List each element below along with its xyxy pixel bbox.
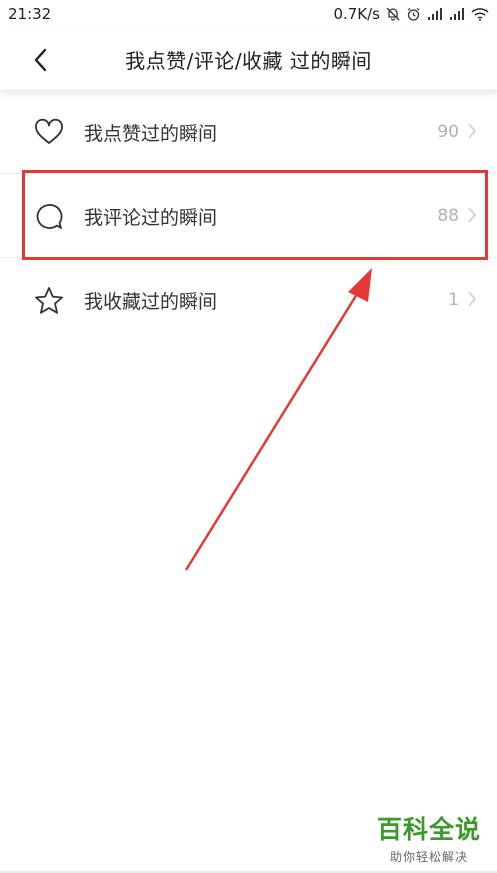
list-item-label: 我收藏过的瞬间 [84,290,218,313]
heart-icon [35,118,63,144]
chevron-right-icon [468,123,477,139]
list-item-count: 88 [437,206,459,226]
chevron-right-icon [468,291,477,307]
comment-bubble-icon [36,204,63,229]
mute-bell-icon [386,7,400,21]
status-bar: 21:32 0.7K/s [0,0,497,28]
chevron-right-icon [468,207,477,223]
list-item-liked[interactable]: 我点赞过的瞬间 90 [0,90,497,174]
watermark-title: 百科全说 [376,815,481,844]
moments-list: 我点赞过的瞬间 90 我评论过的瞬间 88 我收藏过的瞬间 1 [0,90,497,342]
alarm-icon [406,7,421,22]
wifi-icon [471,7,489,21]
list-item-commented[interactable]: 我评论过的瞬间 88 [0,174,497,258]
list-item-label: 我点赞过的瞬间 [84,122,218,145]
network-speed: 0.7K/s [333,5,380,23]
watermark-subtitle: 助你轻松解决 [389,850,468,864]
star-icon [35,287,63,314]
list-item-count: 1 [448,290,459,310]
watermark-logo: 百科全说 助你轻松解决 [377,810,481,865]
title-bar: 我点赞/评论/收藏 过的瞬间 [0,28,497,91]
signal-icon [427,8,443,20]
page-title: 我点赞/评论/收藏 过的瞬间 [125,48,372,73]
list-item-count: 90 [437,122,459,142]
signal-icon [449,8,465,20]
chevron-left-icon [34,48,47,72]
list-item-label: 我评论过的瞬间 [84,206,218,229]
back-button[interactable] [24,44,56,76]
status-time: 21:32 [8,5,52,23]
list-item-collected[interactable]: 我收藏过的瞬间 1 [0,258,497,342]
